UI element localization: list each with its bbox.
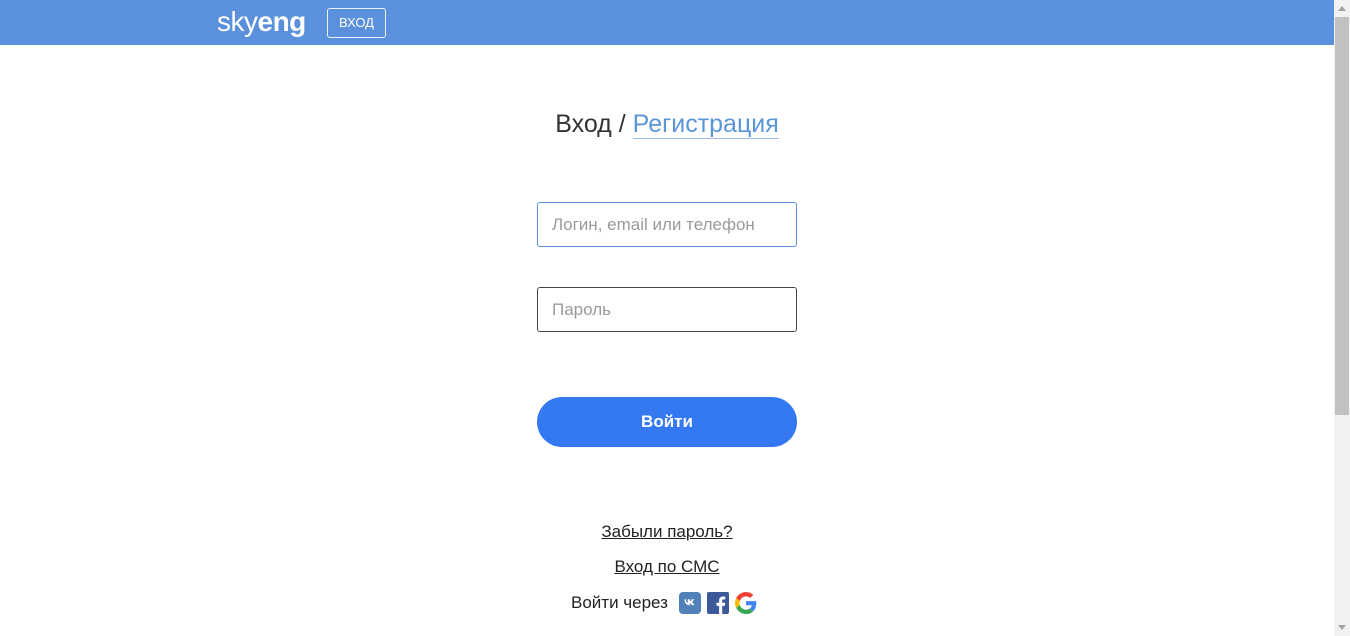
vertical-scrollbar[interactable]	[1334, 0, 1350, 636]
facebook-icon[interactable]	[706, 592, 729, 614]
social-login-label: Войти через	[571, 593, 668, 612]
login-input[interactable]	[537, 202, 797, 247]
forgot-password-link[interactable]: Забыли пароль?	[601, 522, 732, 541]
scroll-thumb[interactable]	[1335, 17, 1349, 415]
login-submit-button[interactable]: Войти	[537, 397, 797, 447]
google-icon[interactable]	[734, 592, 757, 614]
logo-bold-part: eng	[257, 6, 307, 37]
skyeng-logo[interactable]: skyeng	[217, 4, 306, 40]
sms-login-link[interactable]: Вход по СМС	[614, 557, 719, 576]
header-login-button[interactable]: ВХОД	[327, 8, 386, 38]
forgot-password-row: Забыли пароль?	[0, 522, 1334, 542]
title-login: Вход	[555, 110, 612, 138]
scroll-up-arrow-icon[interactable]	[1338, 6, 1346, 11]
password-input[interactable]	[537, 287, 797, 332]
page-title: Вход / Регистрация	[0, 110, 1334, 139]
sms-login-row: Вход по СМС	[0, 557, 1334, 577]
register-link[interactable]: Регистрация	[632, 110, 779, 139]
social-login-row: Войти через	[571, 591, 763, 615]
vk-icon[interactable]	[678, 592, 701, 614]
scroll-down-arrow-icon[interactable]	[1338, 625, 1346, 630]
title-separator: /	[611, 110, 633, 138]
logo-light-part: sky	[217, 6, 258, 37]
top-header: skyeng ВХОД	[0, 0, 1334, 45]
